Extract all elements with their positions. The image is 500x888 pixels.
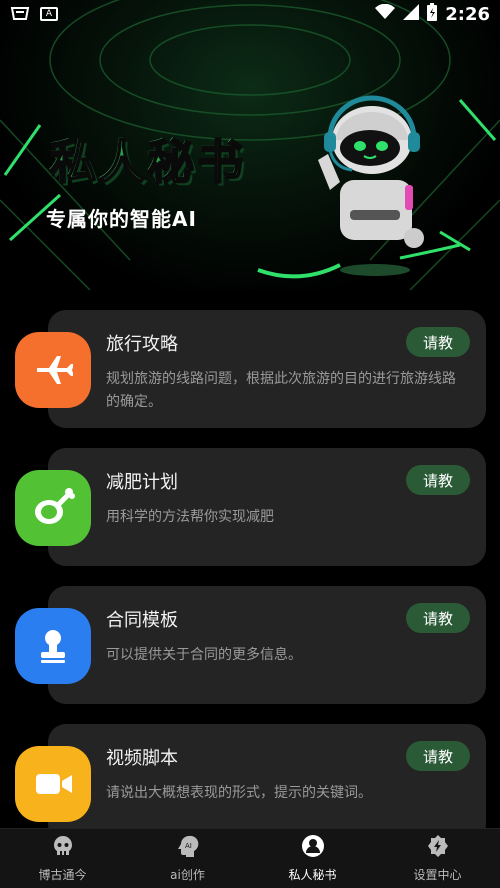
ai-head-icon: AI [176,834,200,862]
status-bar: A 2:26 [0,0,500,28]
svg-text:AI: AI [185,842,192,850]
nav-item-settings[interactable]: 设置中心 [375,829,500,888]
bottom-nav: 博古通今 AI ai创作 私人秘书 设置中心 [0,828,500,888]
card-title: 合同模板 [106,610,178,631]
ask-button[interactable]: 请教 [406,465,470,495]
robot-illustration [318,95,424,276]
card-title: 减肥计划 [106,472,178,493]
nav-label: 设置中心 [413,868,462,882]
user-circle-icon [301,834,325,862]
card-diet[interactable]: 减肥计划 用科学的方法帮你实现减肥 请教 [48,448,486,566]
signal-icon [403,3,420,25]
meat-icon [15,470,91,546]
card-title: 视频脚本 [106,748,178,769]
nav-item-secretary[interactable]: 私人秘书 [250,829,375,888]
ask-button[interactable]: 请教 [406,327,470,357]
card-travel[interactable]: 旅行攻略 规划旅游的线路问题，根据此次旅游的目的进行旅游线路的确定。 请教 [48,310,486,428]
nav-label: 博古通今 [38,868,87,882]
hero-title: 私人秘书 [49,134,246,190]
settings-icon [426,834,450,862]
nav-item-history[interactable]: 博古通今 [0,829,125,888]
card-video-script[interactable]: 视频脚本 请说出大概想表现的形式，提示的关键词。 请教 [48,724,486,842]
ask-button[interactable]: 请教 [406,603,470,633]
airplane-icon [15,332,91,408]
card-description: 请说出大概想表现的形式，提示的关键词。 [106,785,372,801]
skull-icon [51,834,75,862]
nav-label: 私人秘书 [288,868,337,882]
hero-banner: 私人秘书 专属你的智能AI [0,0,500,290]
card-description: 可以提供关于合同的更多信息。 [106,647,302,663]
nav-label: ai创作 [170,868,205,882]
hero-subtitle: 专属你的智能AI [46,207,197,231]
nav-item-ai-create[interactable]: AI ai创作 [125,829,250,888]
card-description: 规划旅游的线路问题，根据此次旅游的目的进行旅游线路的确定。 [106,371,456,410]
ask-button[interactable]: 请教 [406,741,470,771]
a-icon: A [40,7,58,21]
basket-icon [10,3,30,25]
video-camera-icon [15,746,91,822]
wifi-icon [375,3,396,25]
status-time: 2:26 [445,3,490,25]
stamp-icon [15,608,91,684]
card-title: 旅行攻略 [106,334,178,355]
battery-icon [427,2,438,26]
card-contract[interactable]: 合同模板 可以提供关于合同的更多信息。 请教 [48,586,486,704]
card-description: 用科学的方法帮你实现减肥 [106,509,274,525]
